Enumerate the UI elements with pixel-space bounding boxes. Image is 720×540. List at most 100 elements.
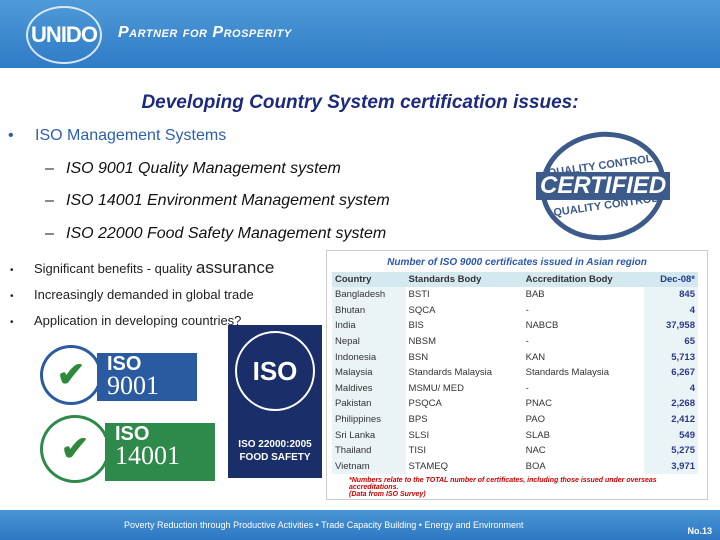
table-row: Nepal NBSM - 65 bbox=[332, 333, 698, 350]
iso-number: 14001 bbox=[115, 441, 180, 470]
iso-certificates-table: Number of ISO 9000 certificates issued i… bbox=[326, 250, 708, 500]
table-cell: 5,713 bbox=[644, 349, 698, 365]
stamp-main-text: CERTIFIED bbox=[535, 171, 671, 200]
table-cell: BSTI bbox=[408, 289, 430, 301]
table-cell: SLAB bbox=[525, 429, 550, 441]
table-row: Philippines BPS PAO 2,412 bbox=[332, 411, 698, 428]
table-cell: KAN bbox=[525, 351, 546, 363]
table-cell: SLSI bbox=[408, 429, 430, 441]
table-cell: Bangladesh bbox=[332, 287, 406, 303]
table-cell: NBSM bbox=[408, 336, 436, 348]
table-cell: India bbox=[332, 318, 406, 334]
sub-item-text: ISO 14001 Environment Management system bbox=[66, 192, 390, 209]
table-cell: - bbox=[525, 382, 529, 394]
table-cell: Malaysia bbox=[332, 364, 406, 381]
main-bullet-text: ISO Management Systems bbox=[35, 127, 227, 144]
table-row: India BIS NABCB 37,958 bbox=[332, 318, 698, 334]
iso-14001-logo: ✔ ISO 14001 bbox=[40, 415, 215, 485]
table-cell: TISI bbox=[408, 445, 426, 457]
table-cell: Thailand bbox=[332, 442, 406, 459]
sub-item: – ISO 14001 Environment Management system bbox=[45, 192, 390, 209]
table-cell: SQCA bbox=[408, 304, 436, 316]
table-cell: Standards Malaysia bbox=[408, 367, 492, 379]
table-row: Thailand TISI NAC 5,275 bbox=[332, 442, 698, 459]
bullet-item: • Significant benefits - quality assuranc… bbox=[10, 258, 275, 277]
table-cell: 65 bbox=[644, 333, 698, 350]
table-cell: PSQCA bbox=[408, 398, 442, 410]
table-cell: Pakistan bbox=[332, 396, 406, 412]
table-row: Vietnam STAMEQ BOA 3,971 bbox=[332, 458, 698, 475]
table-cell: PAO bbox=[525, 414, 545, 426]
sub-item-text: ISO 22000 Food Safety Management system bbox=[66, 225, 387, 242]
table-row: Indonesia BSN KAN 5,713 bbox=[332, 349, 698, 365]
table-cell: 2,412 bbox=[644, 411, 698, 428]
header-banner: UNIDO Partner for Prosperity bbox=[0, 0, 720, 68]
table-header-row: Country Standards Body Accreditation Body D… bbox=[332, 272, 698, 287]
table-cell: Philippines bbox=[332, 411, 406, 428]
bullet-text: Application in developing countries? bbox=[34, 313, 242, 328]
tagline: Partner for Prosperity bbox=[118, 24, 292, 41]
bullet-emphasis: assurance bbox=[195, 258, 275, 277]
table-source: (Data from ISO Survey) bbox=[349, 491, 426, 499]
table-cell: 5,275 bbox=[644, 442, 698, 459]
table-cell: Nepal bbox=[332, 333, 406, 350]
column-header: Dec-08* bbox=[644, 272, 698, 287]
slide-title: Developing Country System certification … bbox=[141, 92, 579, 113]
table-caption: Number of ISO 9000 certificates issued i… bbox=[387, 257, 647, 268]
table-row: Malaysia Standards Malaysia Standards Mala… bbox=[332, 364, 698, 381]
checkmark-icon: ✔ bbox=[40, 345, 102, 405]
table-cell: Indonesia bbox=[332, 349, 406, 365]
table-row: Bangladesh BSTI BAB 845 bbox=[332, 287, 698, 303]
table-cell: BIS bbox=[408, 320, 424, 332]
table-cell: Sri Lanka bbox=[332, 427, 406, 443]
table-cell: 845 bbox=[644, 287, 698, 303]
table-cell: 4 bbox=[644, 302, 698, 319]
bullet-item: • Application in developing countries? bbox=[10, 313, 242, 328]
table-row: Sri Lanka SLSI SLAB 549 bbox=[332, 427, 698, 443]
certified-stamp: QUALITY CONTROL CERTIFIED QUALITY CONTRO… bbox=[533, 123, 673, 249]
bullet-item: • Increasingly demanded in global trade bbox=[10, 287, 254, 302]
table-cell: 4 bbox=[644, 380, 698, 397]
table-cell: 3,971 bbox=[644, 458, 698, 475]
table-cell: BAB bbox=[525, 289, 545, 301]
food-safety-label: FOOD SAFETY bbox=[239, 452, 311, 463]
table-cell: STAMEQ bbox=[408, 460, 448, 472]
iso-9001-box: ISO 9001 bbox=[97, 353, 197, 401]
table-row: Bhutan SQCA - 4 bbox=[332, 302, 698, 319]
column-header: Accreditation Body bbox=[522, 272, 645, 287]
iso-14001-box: ISO 14001 bbox=[105, 423, 215, 481]
table-cell: 549 bbox=[644, 427, 698, 443]
table-cell: 6,267 bbox=[644, 364, 698, 381]
checkmark-icon: ✔ bbox=[40, 415, 110, 483]
bullet-text: Increasingly demanded in global trade bbox=[34, 287, 254, 302]
table-cell: 2,268 bbox=[644, 396, 698, 412]
sub-item: – ISO 22000 Food Safety Management system bbox=[45, 225, 387, 242]
table-cell: - bbox=[525, 304, 529, 316]
bullet-icon: • bbox=[8, 127, 14, 144]
table-cell: Vietnam bbox=[332, 458, 406, 475]
unido-logo: UNIDO bbox=[26, 6, 102, 64]
table-cell: BOA bbox=[525, 460, 546, 472]
table-note: *Numbers relate to the TOTAL number of c… bbox=[349, 477, 657, 492]
table-cell: BSN bbox=[408, 351, 429, 363]
table-cell: NAC bbox=[525, 445, 546, 457]
footer-banner: Poverty Reduction through Productive Act… bbox=[0, 510, 720, 540]
column-header: Standards Body bbox=[405, 272, 523, 287]
table-cell: Bhutan bbox=[332, 302, 406, 319]
iso-22000-label: ISO 22000:2005 bbox=[238, 439, 312, 450]
footer-text: Poverty Reduction through Productive Act… bbox=[124, 520, 524, 530]
table-row: Pakistan PSQCA PNAC 2,268 bbox=[332, 396, 698, 412]
table-cell: Standards Malaysia bbox=[525, 367, 610, 379]
column-header: Country bbox=[332, 272, 406, 287]
sub-item-text: ISO 9001 Quality Management system bbox=[66, 160, 341, 177]
page-number: No.13 bbox=[687, 526, 712, 536]
iso-number: 9001 bbox=[107, 371, 159, 400]
iso-seal: ISO bbox=[235, 331, 315, 411]
iso-9001-logo: ✔ ISO 9001 bbox=[40, 345, 197, 405]
table-cell: - bbox=[525, 336, 529, 348]
bullet-text: Significant benefits - quality bbox=[34, 261, 196, 276]
table-row: Maldives MSMU/ MED - 4 bbox=[332, 380, 698, 397]
table-cell: NABCB bbox=[525, 320, 559, 332]
iso-22000-logo: ISO ISO 22000:2005 FOOD SAFETY bbox=[228, 325, 322, 478]
table-cell: MSMU/ MED bbox=[408, 382, 464, 394]
